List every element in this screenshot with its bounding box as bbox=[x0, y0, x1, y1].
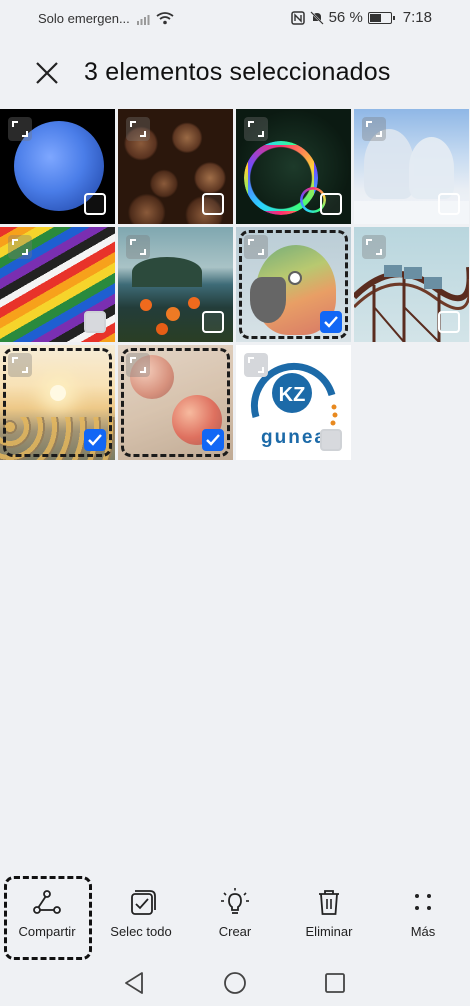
expand-icon[interactable] bbox=[362, 235, 386, 259]
checkmark-icon bbox=[324, 316, 338, 328]
select-all-icon bbox=[131, 890, 156, 915]
battery-percent: 56 % bbox=[328, 9, 363, 26]
share-button[interactable]: Compartir bbox=[0, 888, 94, 939]
recents-square-icon bbox=[325, 973, 345, 993]
system-nav-bar bbox=[0, 960, 470, 1006]
close-button[interactable] bbox=[32, 58, 62, 88]
grid-item-bubble[interactable] bbox=[236, 109, 351, 224]
close-icon bbox=[36, 62, 58, 84]
delete-label: Eliminar bbox=[305, 924, 353, 939]
grid-item-coffee[interactable] bbox=[118, 109, 233, 224]
battery-icon bbox=[367, 11, 395, 24]
home-button[interactable] bbox=[220, 968, 250, 998]
expand-icon[interactable] bbox=[126, 235, 150, 259]
select-checkbox[interactable] bbox=[438, 311, 460, 333]
checkmark-icon bbox=[206, 434, 220, 446]
nfc-icon bbox=[290, 10, 305, 25]
select-all-label: Selec todo bbox=[110, 924, 172, 939]
svg-text:KZ: KZ bbox=[279, 384, 306, 406]
expand-icon[interactable] bbox=[8, 235, 32, 259]
select-checkbox[interactable] bbox=[438, 193, 460, 215]
select-checkbox-checked[interactable] bbox=[84, 429, 106, 451]
expand-icon[interactable] bbox=[244, 353, 268, 377]
selection-header: 3 elementos seleccionados bbox=[0, 52, 470, 96]
home-circle-icon bbox=[224, 972, 246, 994]
grid-item-parrot[interactable] bbox=[236, 227, 351, 342]
bottom-toolbar: Compartir Selec todo Crear Eliminar Más bbox=[0, 880, 470, 960]
back-button[interactable] bbox=[120, 968, 150, 998]
clock: 7:18 bbox=[402, 9, 432, 26]
select-all-button[interactable]: Selec todo bbox=[94, 888, 188, 939]
more-dots-icon bbox=[415, 894, 431, 910]
grid-item-apples[interactable] bbox=[118, 345, 233, 460]
expand-icon[interactable] bbox=[126, 117, 150, 141]
share-label: Compartir bbox=[18, 924, 76, 939]
select-checkbox[interactable] bbox=[202, 193, 224, 215]
select-checkbox[interactable] bbox=[84, 311, 106, 333]
checkmark-icon bbox=[88, 434, 102, 446]
back-triangle-icon bbox=[125, 972, 143, 994]
grid-item-snow[interactable] bbox=[354, 109, 469, 224]
mute-bell-icon bbox=[309, 10, 324, 25]
status-bar: Solo emergen... 56 % 7:18 bbox=[0, 0, 470, 36]
grid-item-sunflowers[interactable] bbox=[0, 345, 115, 460]
recents-button[interactable] bbox=[320, 968, 350, 998]
select-checkbox[interactable] bbox=[202, 311, 224, 333]
more-label: Más bbox=[410, 924, 436, 939]
svg-text:gunea: gunea bbox=[261, 427, 327, 448]
more-button[interactable]: Más bbox=[376, 888, 470, 939]
page-title: 3 elementos seleccionados bbox=[84, 58, 391, 86]
expand-icon[interactable] bbox=[244, 117, 268, 141]
select-checkbox[interactable] bbox=[320, 429, 342, 451]
trash-icon bbox=[319, 890, 339, 915]
grid-item-coaster[interactable] bbox=[354, 227, 469, 342]
grid-item-island[interactable] bbox=[118, 227, 233, 342]
select-checkbox[interactable] bbox=[320, 193, 342, 215]
grid-item-moon[interactable] bbox=[0, 109, 115, 224]
create-button[interactable]: Crear bbox=[188, 888, 282, 939]
select-checkbox-checked[interactable] bbox=[202, 429, 224, 451]
delete-button[interactable]: Eliminar bbox=[282, 888, 376, 939]
grid-item-logo[interactable]: KZ gunea bbox=[236, 345, 351, 460]
expand-icon[interactable] bbox=[8, 117, 32, 141]
select-checkbox-checked[interactable] bbox=[320, 311, 342, 333]
carrier-text: Solo emergen... bbox=[38, 11, 130, 26]
select-checkbox[interactable] bbox=[84, 193, 106, 215]
wifi-icon bbox=[156, 12, 174, 25]
create-label: Crear bbox=[218, 924, 252, 939]
signal-icon bbox=[136, 14, 150, 25]
expand-icon[interactable] bbox=[362, 117, 386, 141]
grid-item-pencils[interactable] bbox=[0, 227, 115, 342]
share-icon bbox=[33, 890, 61, 914]
lightbulb-icon bbox=[221, 888, 249, 914]
